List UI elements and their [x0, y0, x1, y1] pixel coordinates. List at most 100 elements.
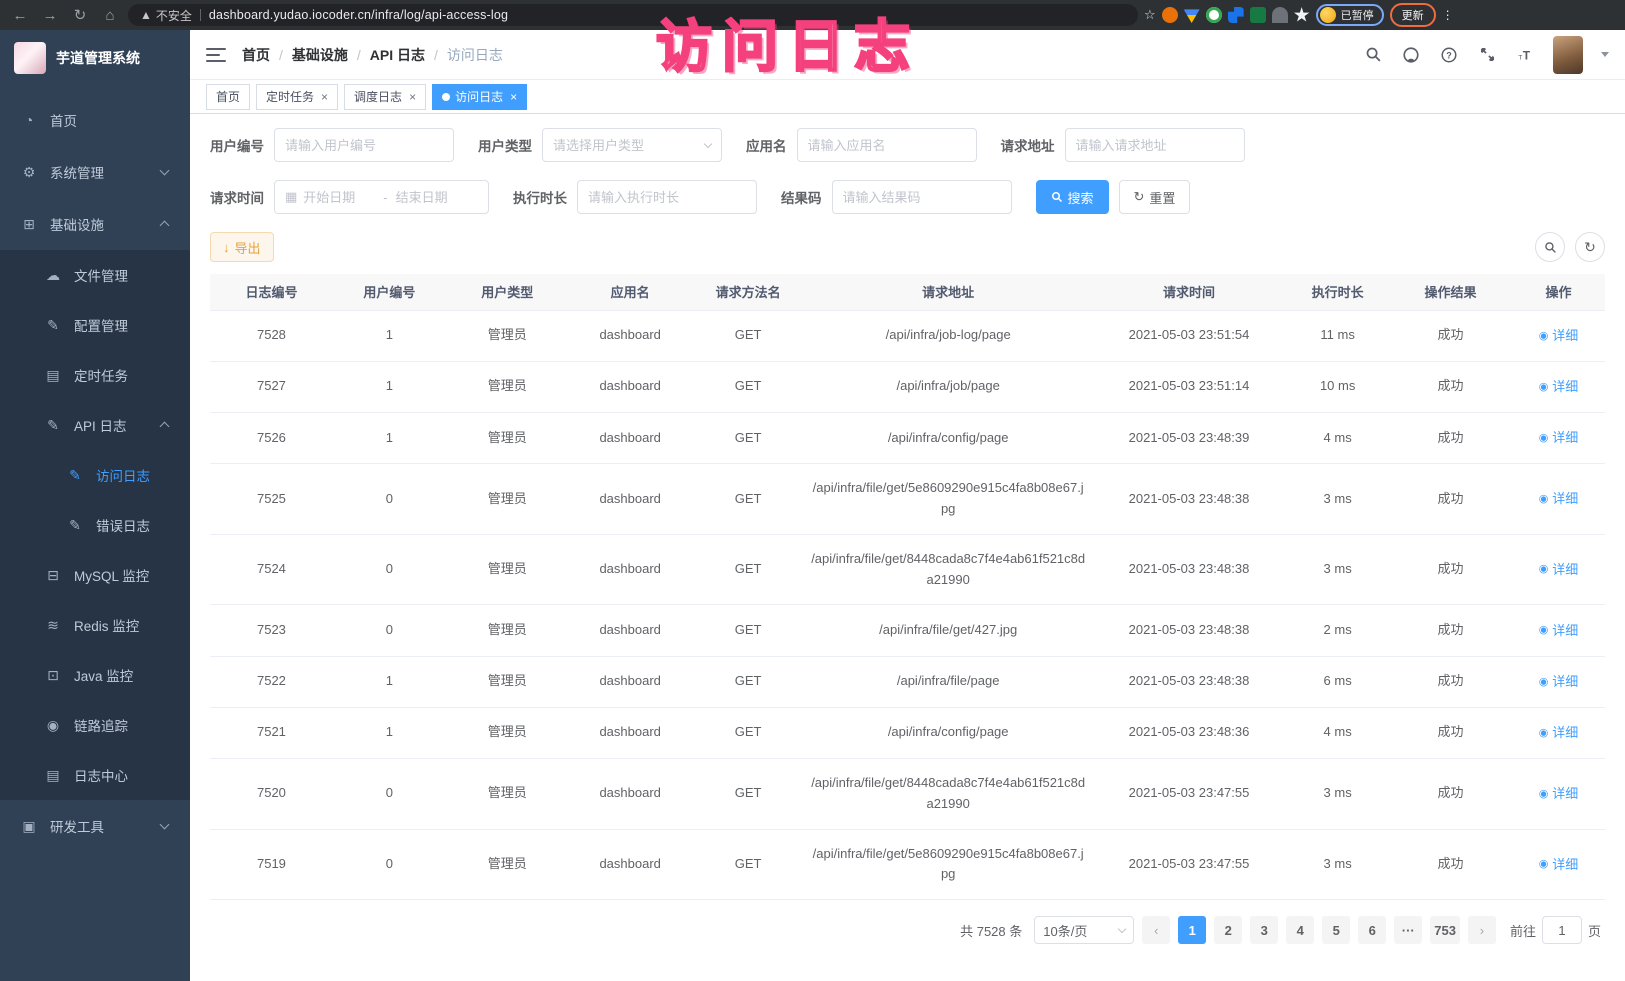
page-size-select[interactable]: 10条/页: [1034, 916, 1134, 944]
page-button-3[interactable]: 3: [1250, 916, 1278, 944]
detail-link[interactable]: ◉详细: [1539, 377, 1579, 398]
toggle-search-button[interactable]: [1535, 232, 1565, 262]
extension-pin-icon[interactable]: [1294, 7, 1310, 23]
sidebar-item-8[interactable]: ✎错误日志: [0, 500, 190, 550]
close-icon[interactable]: ×: [510, 90, 517, 104]
sidebar-item-0[interactable]: ◔首页: [0, 94, 190, 146]
date-range-picker[interactable]: ▦-: [274, 180, 489, 214]
page-button-2[interactable]: 2: [1214, 916, 1242, 944]
text-input[interactable]: [843, 190, 1001, 205]
filter-input-执行时长[interactable]: [577, 180, 757, 214]
security-warning[interactable]: ▲不安全: [140, 7, 192, 24]
refresh-button[interactable]: ↻: [1575, 232, 1605, 262]
browser-reload-icon[interactable]: ↻: [68, 6, 92, 24]
sidebar-logo[interactable]: 芋道管理系统: [0, 30, 190, 86]
sidebar-item-12[interactable]: ◉链路追踪: [0, 700, 190, 750]
detail-label: 详细: [1552, 672, 1578, 693]
page-button-1[interactable]: 1: [1178, 916, 1206, 944]
page-ellipsis[interactable]: ···: [1394, 916, 1422, 944]
export-button[interactable]: ↓ 导出: [210, 232, 274, 262]
browser-menu-icon[interactable]: ⋮: [1442, 8, 1455, 22]
extension-icon[interactable]: [1184, 7, 1200, 23]
help-icon[interactable]: ?: [1439, 45, 1459, 65]
browser-profile[interactable]: 已暂停: [1316, 4, 1384, 26]
prev-page-button[interactable]: ‹: [1142, 916, 1170, 944]
detail-link[interactable]: ◉详细: [1539, 672, 1579, 693]
reset-button[interactable]: ↻重置: [1119, 180, 1191, 214]
sidebar-item-13[interactable]: ▤日志中心: [0, 750, 190, 800]
sidebar-item-11[interactable]: ⊡Java 监控: [0, 650, 190, 700]
tab-0[interactable]: 首页: [206, 84, 250, 110]
tab-1[interactable]: 定时任务×: [256, 84, 338, 110]
end-date-input[interactable]: [396, 190, 468, 205]
sidebar-item-14[interactable]: ▣研发工具: [0, 800, 190, 852]
sidebar-item-5[interactable]: ▤定时任务: [0, 350, 190, 400]
filter-input-结果码[interactable]: [832, 180, 1012, 214]
detail-link[interactable]: ◉详细: [1539, 855, 1579, 876]
filter-input-应用名[interactable]: [797, 128, 977, 162]
detail-link[interactable]: ◉详细: [1539, 621, 1579, 642]
goto-page-input[interactable]: [1542, 916, 1582, 944]
detail-link[interactable]: ◉详细: [1539, 560, 1579, 581]
page-button-4[interactable]: 4: [1286, 916, 1314, 944]
detail-link[interactable]: ◉详细: [1539, 723, 1579, 744]
text-input[interactable]: [588, 190, 746, 205]
extension-icon[interactable]: [1250, 7, 1266, 23]
filter-field-请求地址: 请求地址: [1001, 128, 1245, 162]
hamburger-icon[interactable]: [206, 44, 226, 66]
filter-input-请求地址[interactable]: [1065, 128, 1245, 162]
tab-3[interactable]: 访问日志×: [432, 84, 527, 110]
extension-icon[interactable]: [1206, 7, 1222, 23]
search-button[interactable]: 搜索: [1036, 180, 1109, 214]
text-input[interactable]: [808, 138, 966, 153]
address-bar[interactable]: ▲不安全 dashboard.yudao.iocoder.cn/infra/lo…: [128, 4, 1138, 26]
page-button-5[interactable]: 5: [1322, 916, 1350, 944]
extension-icon[interactable]: [1162, 7, 1178, 23]
browser-forward-icon[interactable]: →: [38, 7, 62, 24]
browser-home-icon[interactable]: ⌂: [98, 7, 122, 24]
search-icon[interactable]: [1363, 45, 1383, 65]
text-input[interactable]: [1076, 138, 1234, 153]
filter-input-用户编号[interactable]: [274, 128, 454, 162]
chevron-down-icon[interactable]: [1601, 52, 1609, 57]
browser-back-icon[interactable]: ←: [8, 7, 32, 24]
close-icon[interactable]: ×: [409, 90, 416, 104]
filter-select-用户类型[interactable]: [542, 128, 722, 162]
font-size-icon[interactable]: TT: [1515, 45, 1535, 65]
sidebar-item-1[interactable]: ⚙系统管理: [0, 146, 190, 198]
tab-2[interactable]: 调度日志×: [344, 84, 426, 110]
sidebar-item-6[interactable]: ✎API 日志: [0, 400, 190, 450]
table-row-7528: 75281管理员dashboardGET/api/infra/job-log/p…: [210, 310, 1605, 361]
extension-icon[interactable]: [1228, 7, 1244, 23]
browser-update-button[interactable]: 更新: [1390, 3, 1436, 27]
bookmark-star-icon[interactable]: ☆: [1144, 7, 1156, 23]
user-avatar[interactable]: [1553, 36, 1583, 74]
sidebar-item-7[interactable]: ✎访问日志: [0, 450, 190, 500]
detail-link[interactable]: ◉详细: [1539, 489, 1579, 510]
column-header-用户类型: 用户类型: [446, 274, 569, 310]
cell-time: 2021-05-03 23:48:38: [1092, 605, 1286, 656]
eye-icon: ◉: [1539, 856, 1549, 874]
close-icon[interactable]: ×: [321, 90, 328, 104]
breadcrumb-item-1[interactable]: 基础设施: [292, 45, 348, 65]
start-date-input[interactable]: [303, 190, 375, 205]
detail-link[interactable]: ◉详细: [1539, 428, 1579, 449]
cell-duration: 3 ms: [1286, 829, 1389, 900]
page-button-6[interactable]: 6: [1358, 916, 1386, 944]
breadcrumb-item-0[interactable]: 首页: [242, 45, 270, 65]
page-button-753[interactable]: 753: [1430, 916, 1460, 944]
github-icon[interactable]: [1401, 45, 1421, 65]
select-value[interactable]: [553, 138, 699, 153]
extension-icon[interactable]: [1272, 7, 1288, 23]
sidebar-item-9[interactable]: ⊟MySQL 监控: [0, 550, 190, 600]
next-page-button[interactable]: ›: [1468, 916, 1496, 944]
sidebar-item-3[interactable]: ☁文件管理: [0, 250, 190, 300]
sidebar-item-2[interactable]: ⊞基础设施: [0, 198, 190, 250]
sidebar-item-10[interactable]: ≋Redis 监控: [0, 600, 190, 650]
detail-link[interactable]: ◉详细: [1539, 326, 1579, 347]
fullscreen-icon[interactable]: [1477, 45, 1497, 65]
breadcrumb-item-2[interactable]: API 日志: [370, 45, 425, 65]
sidebar-item-4[interactable]: ✎配置管理: [0, 300, 190, 350]
text-input[interactable]: [285, 138, 443, 153]
detail-link[interactable]: ◉详细: [1539, 784, 1579, 805]
